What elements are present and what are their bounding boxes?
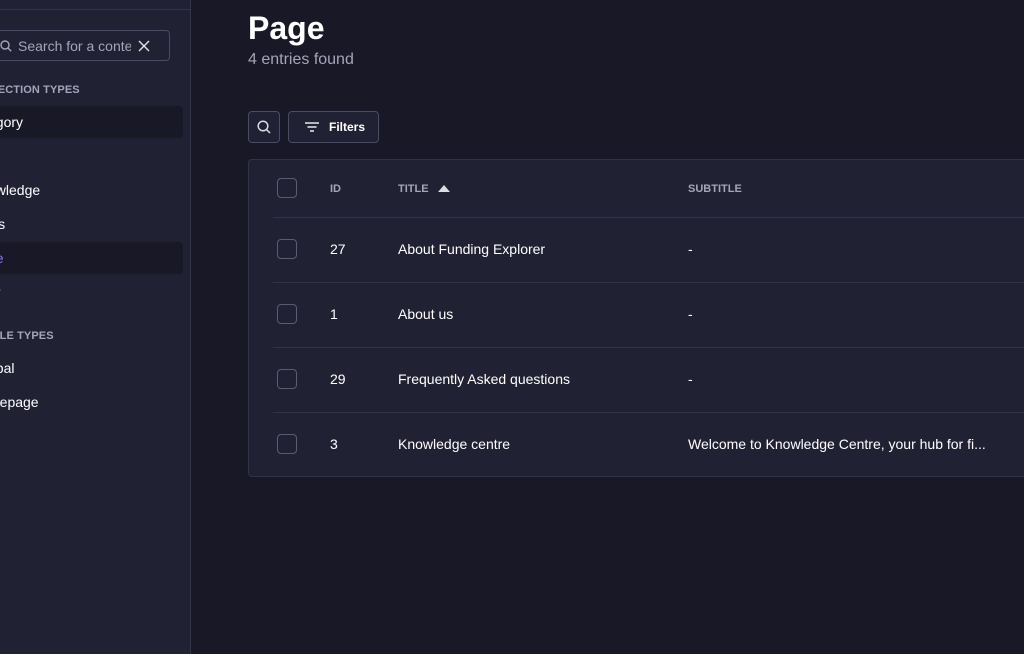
row-checkbox[interactable] (277, 369, 297, 389)
filter-icon (304, 121, 320, 133)
table-row[interactable]: 1 About us - (273, 282, 1024, 347)
page-title: Page (248, 10, 325, 46)
sidebar-item-news[interactable]: ws (0, 208, 183, 240)
sidebar-item-label: ws (0, 216, 6, 232)
clear-search-icon[interactable] (138, 39, 150, 52)
search-input-text: Search for a conte (18, 37, 131, 54)
sidebar-divider (0, 9, 191, 10)
row-id: 3 (330, 436, 338, 452)
row-checkbox[interactable] (277, 239, 297, 259)
filters-button-label: Filters (329, 120, 366, 134)
sidebar-item-label: egory (0, 114, 24, 130)
sidebar-item-label: ge (0, 250, 4, 266)
search-button[interactable] (248, 111, 280, 143)
table-row[interactable]: 27 About Funding Explorer - (273, 217, 1024, 282)
sidebar-item-er[interactable]: er (0, 276, 183, 308)
row-subtitle: Welcome to Knowledge Centre, your hub fo… (688, 436, 986, 452)
collection-types-heading: LECTION TYPES (0, 84, 80, 96)
table-row[interactable]: 29 Frequently Asked questions - (273, 347, 1024, 412)
entries-count: 4 entries found (248, 51, 354, 68)
row-id: 27 (330, 241, 346, 257)
column-header-subtitle[interactable]: SUBTITLE (688, 183, 742, 195)
row-checkbox[interactable] (277, 434, 297, 454)
column-header-title-label: TITLE (398, 183, 429, 195)
column-header-title[interactable]: TITLE (398, 183, 450, 195)
row-title: Knowledge centre (398, 436, 511, 452)
single-types-heading: GLE TYPES (0, 330, 54, 342)
table-row[interactable]: 3 Knowledge centre Welcome to Knowledge … (273, 412, 1024, 477)
sidebar-item-category[interactable]: egory (0, 106, 183, 138)
content-types-sidebar: Search for a conte LECTION TYPES egory l… (0, 0, 191, 654)
row-id: 1 (330, 306, 338, 322)
sidebar-item-page[interactable]: ge (0, 242, 183, 274)
row-title: About Funding Explorer (398, 241, 546, 257)
row-id: 29 (330, 371, 346, 387)
row-divider (273, 412, 1024, 413)
column-header-id[interactable]: ID (330, 183, 341, 195)
sidebar-item-l[interactable]: l (0, 141, 183, 173)
search-icon (257, 120, 271, 134)
row-checkbox[interactable] (277, 304, 297, 324)
sidebar-item-homepage[interactable]: mepage (0, 386, 183, 418)
entries-table: ID TITLE SUBTITLE 27 About Funding Explo… (248, 159, 1024, 477)
sidebar-item-label: obal (0, 360, 15, 376)
row-subtitle: - (688, 306, 693, 322)
sidebar-item-label: mepage (0, 394, 39, 410)
search-icon (0, 39, 12, 52)
row-divider (273, 217, 1024, 218)
row-title: About us (398, 306, 454, 322)
row-divider (273, 282, 1024, 283)
sidebar-item-global[interactable]: obal (0, 352, 183, 384)
row-subtitle: - (688, 241, 693, 257)
row-divider (273, 347, 1024, 348)
sort-ascending-icon[interactable] (437, 183, 450, 195)
sidebar-item-knowledge[interactable]: owledge (0, 174, 183, 206)
sidebar-item-label: owledge (0, 182, 41, 198)
table-header-row: ID TITLE SUBTITLE (273, 160, 1024, 217)
content-type-search-input[interactable]: Search for a conte (0, 30, 170, 61)
row-subtitle: - (688, 371, 693, 387)
select-all-checkbox[interactable] (277, 178, 297, 198)
filters-button[interactable]: Filters (288, 111, 379, 143)
row-title: Frequently Asked questions (398, 371, 570, 387)
